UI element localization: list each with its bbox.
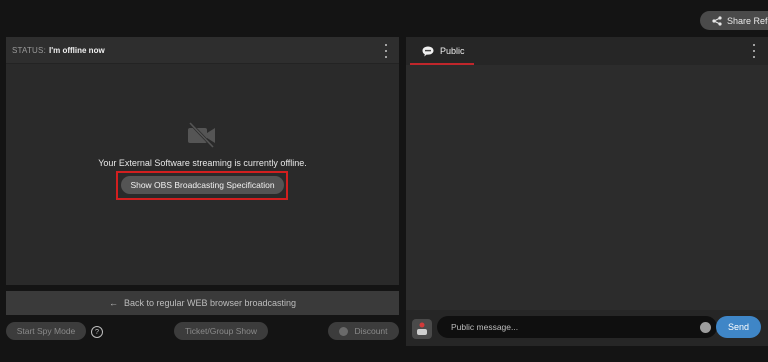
share-button[interactable]: Share Refe bbox=[700, 11, 768, 30]
send-button[interactable]: Send bbox=[716, 316, 761, 338]
chat-input-row: Send bbox=[406, 310, 768, 346]
tab-public[interactable]: Public bbox=[410, 37, 474, 65]
discount-label: Discount bbox=[354, 326, 388, 336]
status-line: STATUS: I'm offline now bbox=[12, 46, 105, 55]
avatar-icon[interactable] bbox=[412, 319, 432, 339]
camera-off-icon bbox=[188, 121, 215, 149]
back-to-web-broadcasting-button[interactable]: ← Back to regular WEB browser broadcasti… bbox=[6, 291, 399, 315]
offline-message: Your External Software streaming is curr… bbox=[98, 158, 307, 168]
discount-icon bbox=[339, 326, 349, 336]
show-obs-spec-button[interactable]: Show OBS Broadcasting Specification bbox=[121, 176, 284, 194]
chat-header: Public bbox=[406, 37, 768, 65]
help-icon[interactable]: ? bbox=[91, 326, 103, 338]
chat-panel: Public Send bbox=[406, 37, 768, 346]
tab-public-label: Public bbox=[440, 46, 465, 56]
chat-menu-icon[interactable] bbox=[752, 44, 756, 58]
chat-bubble-icon bbox=[422, 46, 434, 56]
discount-button[interactable]: Discount bbox=[328, 322, 399, 340]
ticket-group-show-button[interactable]: Ticket/Group Show bbox=[174, 322, 268, 340]
stream-panel: STATUS: I'm offline now Your External Sof… bbox=[6, 37, 399, 285]
avatar-graphic bbox=[417, 322, 427, 335]
start-spy-mode-button[interactable]: Start Spy Mode bbox=[6, 322, 86, 340]
tab-active-indicator bbox=[410, 63, 474, 65]
share-icon bbox=[712, 15, 722, 26]
stream-header: STATUS: I'm offline now bbox=[6, 37, 399, 64]
stream-menu-icon[interactable] bbox=[384, 44, 388, 58]
share-button-label: Share Refe bbox=[727, 15, 768, 26]
status-value: I'm offline now bbox=[49, 46, 105, 55]
emoji-icon[interactable] bbox=[700, 322, 711, 333]
status-label: STATUS: bbox=[12, 46, 46, 55]
back-bar-label: Back to regular WEB browser broadcasting bbox=[123, 298, 297, 308]
public-message-input[interactable] bbox=[437, 316, 717, 338]
arrow-left-icon: ← bbox=[108, 298, 118, 308]
